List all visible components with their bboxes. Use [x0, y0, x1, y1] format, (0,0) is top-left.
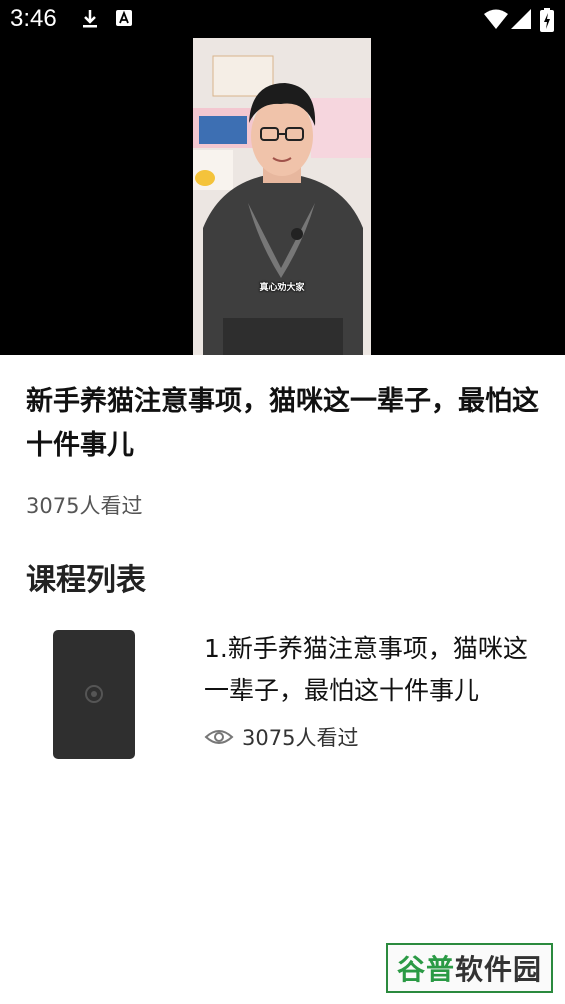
list-item-title[interactable]: 1.新手养猫注意事项，猫咪这一辈子，最怕这十件事儿 [204, 628, 549, 712]
eye-icon [204, 730, 234, 744]
watermark-part2: 软件园 [455, 953, 543, 986]
download-icon [83, 10, 97, 28]
watermark-logo: 谷普 软件园 [386, 943, 553, 993]
status-bar: 3:46 [0, 0, 565, 38]
status-time: 3:46 [10, 5, 57, 32]
watermark-part1: 谷普 [396, 953, 455, 986]
video-frame[interactable]: 真心劝大家 [193, 38, 371, 355]
course-view-count: 3075人看过 [26, 494, 143, 518]
video-player[interactable]: 真心劝大家 [0, 38, 565, 355]
list-item[interactable]: 1.新手养猫注意事项，猫咪这一辈子，最怕这十件事儿 3075人看过 [0, 620, 565, 770]
section-title: 课程列表 [26, 563, 146, 598]
video-person-image [193, 38, 371, 355]
wifi-icon [484, 9, 508, 29]
signal-icon [511, 9, 531, 29]
battery-icon [540, 8, 554, 32]
notification-a-icon [116, 10, 132, 26]
list-item-views: 3075人看过 [204, 722, 358, 752]
course-title: 新手养猫注意事项，猫咪这一辈子，最怕这十件事儿 [26, 386, 539, 461]
course-thumbnail[interactable] [53, 630, 135, 759]
video-subtitle: 真心劝大家 [259, 283, 305, 293]
loading-icon [85, 685, 103, 703]
list-item-view-count: 3075人看过 [242, 726, 359, 750]
